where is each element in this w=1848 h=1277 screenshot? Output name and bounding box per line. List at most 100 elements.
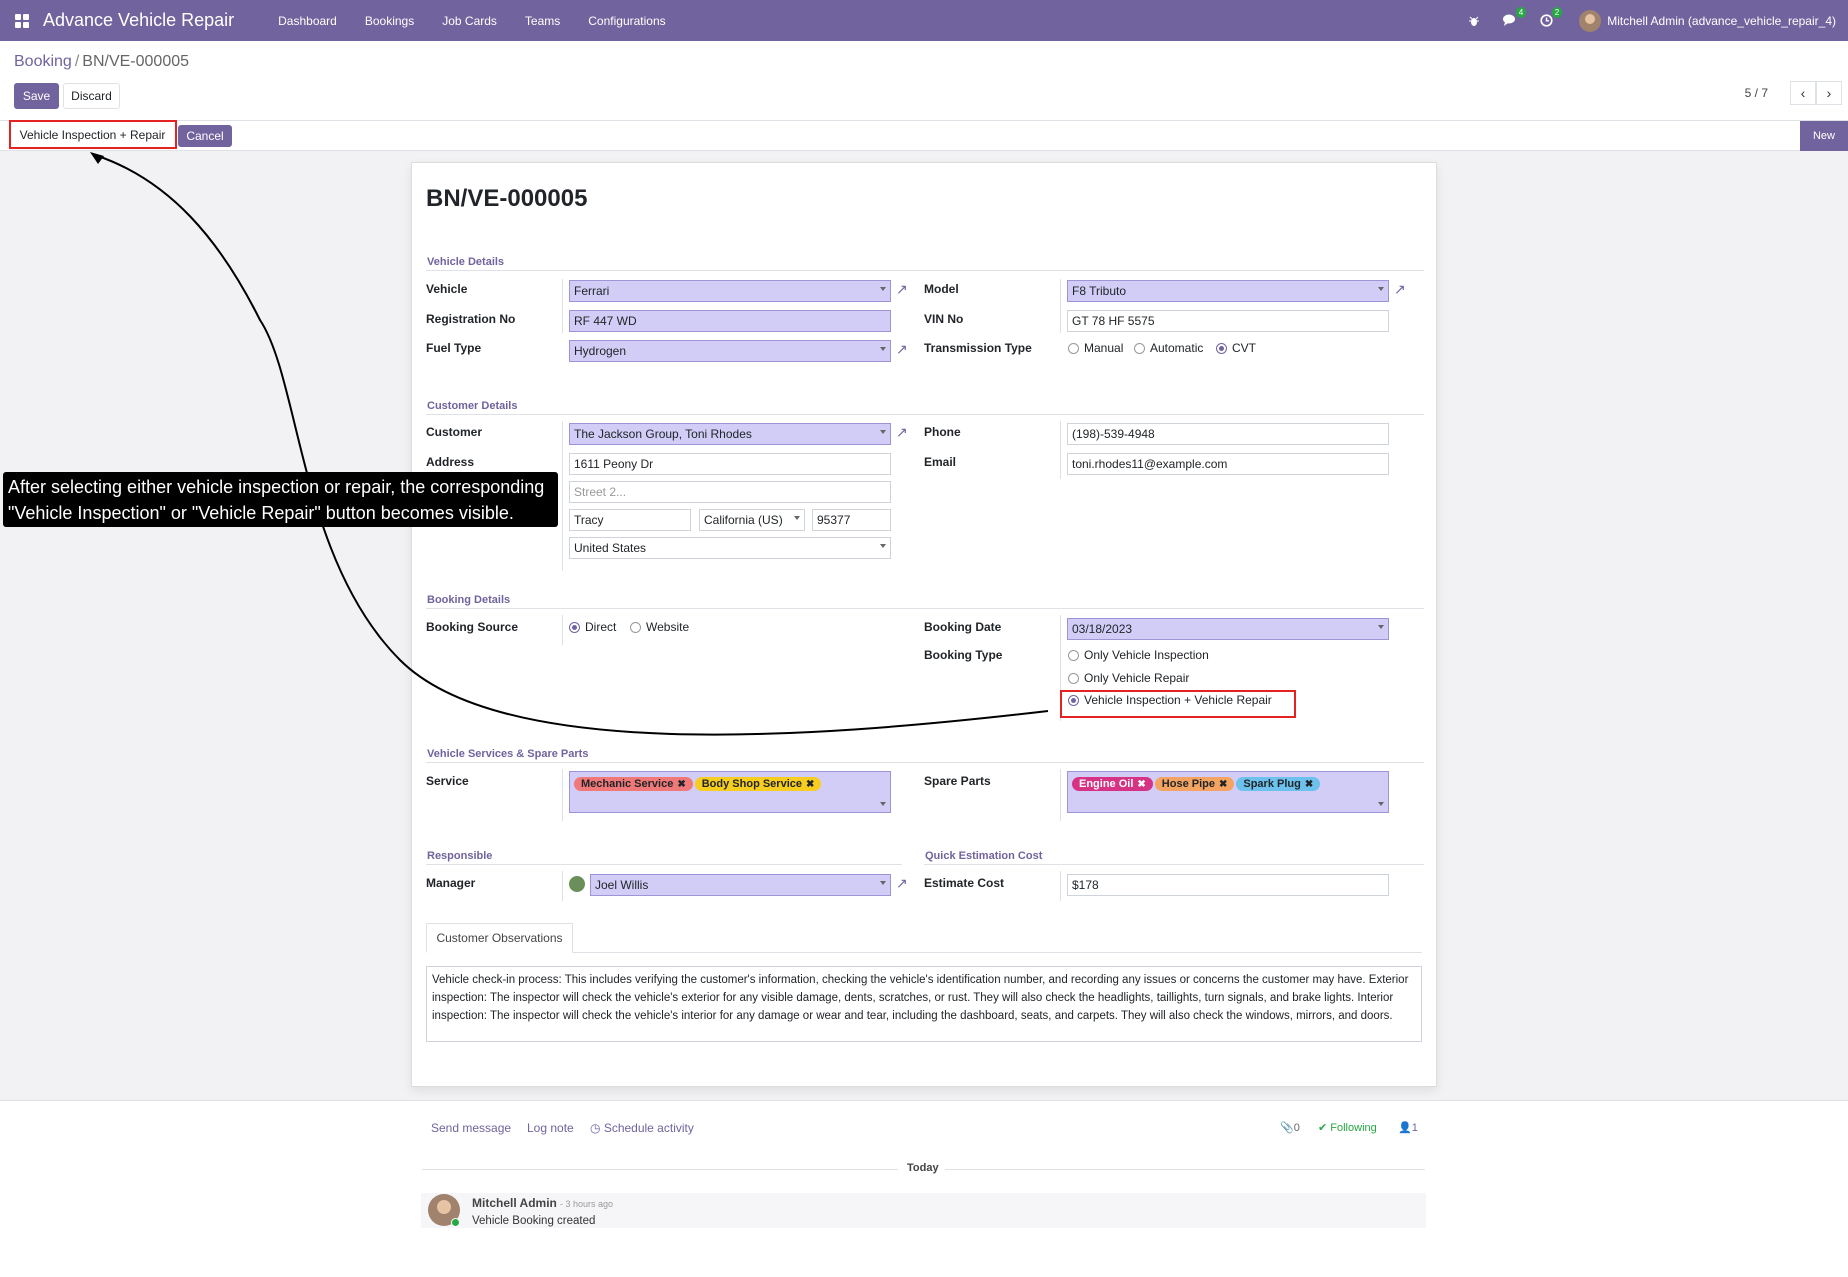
email-value: toni.rhodes11@example.com: [1072, 457, 1228, 471]
booking-title: BN/VE-000005: [426, 185, 588, 212]
city-field[interactable]: Tracy: [569, 509, 691, 531]
remove-tag-icon[interactable]: ✖: [806, 779, 814, 790]
vehicle-value: Ferrari: [574, 284, 610, 298]
app-title[interactable]: Advance Vehicle Repair: [43, 10, 234, 31]
user-menu[interactable]: Mitchell Admin (advance_vehicle_repair_4…: [1607, 14, 1836, 28]
menu-teams[interactable]: Teams: [525, 14, 560, 28]
registration-field[interactable]: RF 447 WD: [569, 310, 891, 332]
date-divider: [422, 1169, 898, 1170]
email-field[interactable]: toni.rhodes11@example.com: [1067, 453, 1389, 475]
fuel-type-field[interactable]: Hydrogen: [569, 340, 891, 362]
messages-icon[interactable]: 4: [1499, 6, 1527, 32]
type-only-repair-radio[interactable]: Only Vehicle Repair: [1068, 671, 1189, 685]
followers-button[interactable]: 👤1: [1398, 1121, 1418, 1134]
external-link-icon[interactable]: ↗: [896, 341, 912, 357]
street-field[interactable]: 1611 Peony Dr: [569, 453, 891, 475]
phone-label: Phone: [924, 425, 961, 439]
menu-job-cards[interactable]: Job Cards: [442, 14, 497, 28]
debug-bug-icon[interactable]: [1463, 10, 1485, 32]
pager-value[interactable]: 5 / 7: [1745, 86, 1768, 100]
column-divider: [562, 615, 563, 645]
discard-button[interactable]: Discard: [63, 83, 120, 109]
date-divider: [945, 1169, 1425, 1170]
following-button[interactable]: ✔ Following: [1318, 1121, 1377, 1134]
external-link-icon[interactable]: ↗: [896, 424, 912, 440]
tag-spark-plug[interactable]: Spark Plug ✖: [1236, 777, 1321, 791]
service-label: Service: [426, 774, 469, 788]
zip-value: 95377: [817, 513, 851, 527]
schedule-activity-button[interactable]: ◷ Schedule activity: [590, 1121, 694, 1135]
vehicle-field[interactable]: Ferrari: [569, 280, 891, 302]
message-body: Vehicle Booking created: [472, 1215, 596, 1227]
pager-previous-button[interactable]: ‹: [1790, 81, 1816, 105]
send-message-button[interactable]: Send message: [431, 1121, 511, 1135]
booking-date-value: 03/18/2023: [1072, 622, 1133, 636]
phone-field[interactable]: (198)-539-4948: [1067, 423, 1389, 445]
control-panel: Booking / BN/VE-000005 Save Discard 5 / 7 …: [0, 41, 1848, 120]
external-link-icon[interactable]: ↗: [896, 875, 912, 891]
tag-engine-oil[interactable]: Engine Oil ✖: [1072, 777, 1153, 791]
external-link-icon[interactable]: ↗: [1394, 281, 1410, 297]
paperclip-icon: 📎: [1280, 1122, 1294, 1134]
save-button[interactable]: Save: [14, 83, 59, 109]
vehicle-label: Vehicle: [426, 282, 468, 296]
log-note-button[interactable]: Log note: [527, 1121, 574, 1135]
section-divider: [426, 864, 902, 865]
state-field[interactable]: California (US): [699, 509, 805, 531]
column-divider: [1060, 871, 1061, 901]
form-statusbar: Vehicle Inspection + Repair Cancel New: [0, 120, 1848, 151]
menu-configurations[interactable]: Configurations: [588, 14, 665, 28]
tab-customer-observations[interactable]: Customer Observations: [426, 923, 573, 953]
remove-tag-icon[interactable]: ✖: [1219, 779, 1227, 790]
column-divider: [562, 769, 563, 821]
remove-tag-icon[interactable]: ✖: [1305, 779, 1313, 790]
menu-dashboard[interactable]: Dashboard: [278, 14, 337, 28]
remove-tag-icon[interactable]: ✖: [677, 779, 685, 790]
vin-field[interactable]: GT 78 HF 5575: [1067, 310, 1389, 332]
customer-observations-text[interactable]: Vehicle check-in process: This includes …: [426, 966, 1422, 1042]
dropdown-caret-icon: [794, 516, 800, 520]
dropdown-caret-icon: [880, 544, 886, 548]
model-value: F8 Tributo: [1072, 284, 1127, 298]
user-avatar[interactable]: [1579, 9, 1602, 32]
transmission-cvt-radio[interactable]: CVT: [1216, 341, 1256, 355]
attachments-button[interactable]: 📎0: [1280, 1121, 1300, 1134]
customer-field[interactable]: The Jackson Group, Toni Rhodes: [569, 423, 891, 445]
spare-parts-tags-field[interactable]: Engine Oil ✖ Hose Pipe ✖ Spark Plug ✖: [1067, 771, 1389, 813]
activities-clock-icon[interactable]: 2: [1535, 6, 1563, 32]
pager-next-button[interactable]: ›: [1816, 81, 1842, 105]
breadcrumb-separator: /: [74, 53, 80, 70]
phone-value: (198)-539-4948: [1072, 427, 1155, 441]
source-website-radio[interactable]: Website: [630, 620, 689, 634]
estimate-cost-field[interactable]: $178: [1067, 874, 1389, 896]
source-direct-radio[interactable]: Direct: [569, 620, 616, 634]
vehicle-details-heading: Vehicle Details: [427, 256, 505, 268]
booking-date-field[interactable]: 03/18/2023: [1067, 618, 1389, 640]
tag-mechanic-service[interactable]: Mechanic Service ✖: [574, 777, 693, 791]
tag-body-shop-service[interactable]: Body Shop Service ✖: [694, 777, 822, 791]
cancel-button[interactable]: Cancel: [178, 125, 232, 147]
transmission-label: Transmission Type: [924, 341, 1032, 355]
model-field[interactable]: F8 Tributo: [1067, 280, 1389, 302]
menu-bookings[interactable]: Bookings: [365, 14, 414, 28]
transmission-automatic-radio[interactable]: Automatic: [1134, 341, 1203, 355]
service-tags-field[interactable]: Mechanic Service ✖ Body Shop Service ✖: [569, 771, 891, 813]
manager-field[interactable]: Joel Willis: [590, 874, 891, 896]
street2-field[interactable]: Street 2...: [569, 481, 891, 503]
remove-tag-icon[interactable]: ✖: [1137, 779, 1145, 790]
section-divider: [426, 414, 1424, 415]
status-stage-new[interactable]: New: [1800, 121, 1848, 151]
dropdown-caret-icon: [1378, 287, 1384, 291]
transmission-manual-radio[interactable]: Manual: [1068, 341, 1123, 355]
external-link-icon[interactable]: ↗: [896, 281, 912, 297]
fuel-type-label: Fuel Type: [426, 341, 482, 355]
tag-hose-pipe[interactable]: Hose Pipe ✖: [1154, 777, 1235, 791]
message-author[interactable]: Mitchell Admin: [472, 1196, 557, 1210]
breadcrumb-booking-link[interactable]: Booking: [14, 53, 72, 70]
message-time: - 3 hours ago: [560, 1199, 614, 1209]
type-only-inspection-radio[interactable]: Only Vehicle Inspection: [1068, 648, 1209, 662]
zip-field[interactable]: 95377: [812, 509, 891, 531]
country-field[interactable]: United States: [569, 537, 891, 559]
apps-menu-icon[interactable]: [15, 13, 29, 28]
registration-label: Registration No: [426, 312, 516, 326]
